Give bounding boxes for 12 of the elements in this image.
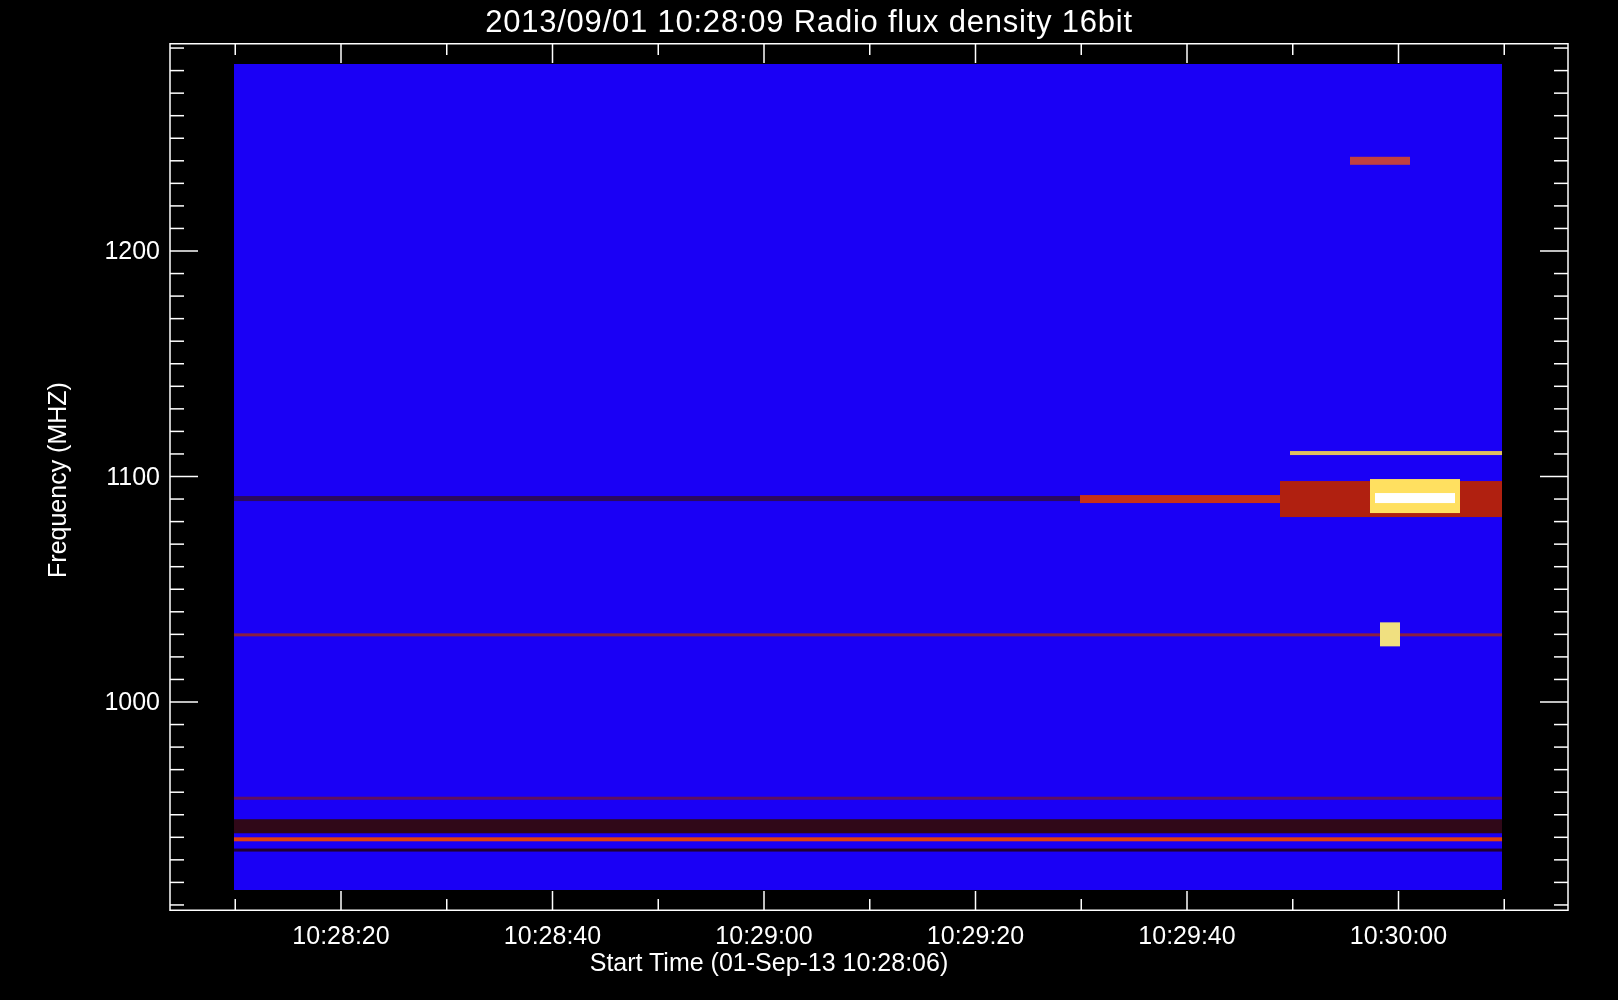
axis-tick-label: 10:30:00 — [1348, 923, 1449, 948]
axis-tick-label: 10:29:20 — [925, 923, 1026, 948]
axis-tick-label: 1200 — [103, 238, 160, 263]
axis-tick-label: 1100 — [105, 463, 160, 489]
axis-tick-label: 10:29:00 — [714, 923, 814, 948]
x-axis-label: Start Time (01-Sep-13 10:28:06) — [589, 950, 949, 975]
axis-tick-label: 10:28:20 — [291, 923, 391, 948]
axis-tick-label: 1000 — [103, 689, 160, 714]
axis-tick-label: 10:29:40 — [1137, 923, 1237, 948]
y-axis-label: Frequency (MHZ) — [44, 382, 70, 578]
axis-tick-label: 10:28:40 — [502, 923, 603, 948]
chart-title: 2013/09/01 10:28:09 Radio flux density 16bit — [485, 6, 1133, 37]
